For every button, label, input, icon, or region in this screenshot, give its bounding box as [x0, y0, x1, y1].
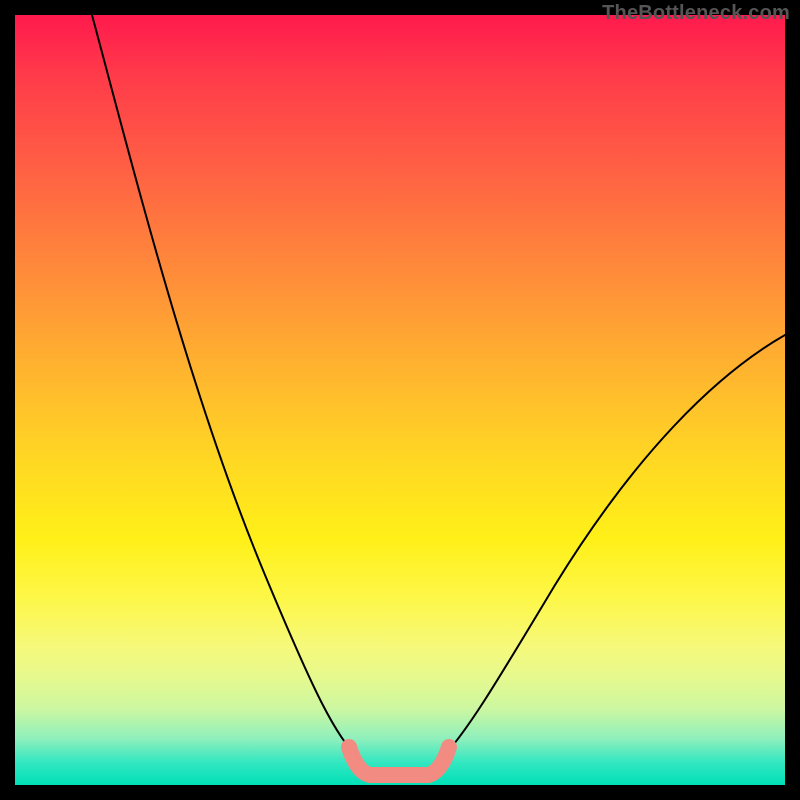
bottleneck-curve	[92, 15, 785, 778]
minimum-highlight-blob	[349, 747, 449, 775]
chart-plot-area	[15, 15, 785, 785]
chart-svg	[15, 15, 785, 785]
watermark-text: TheBottleneck.com	[602, 2, 790, 25]
